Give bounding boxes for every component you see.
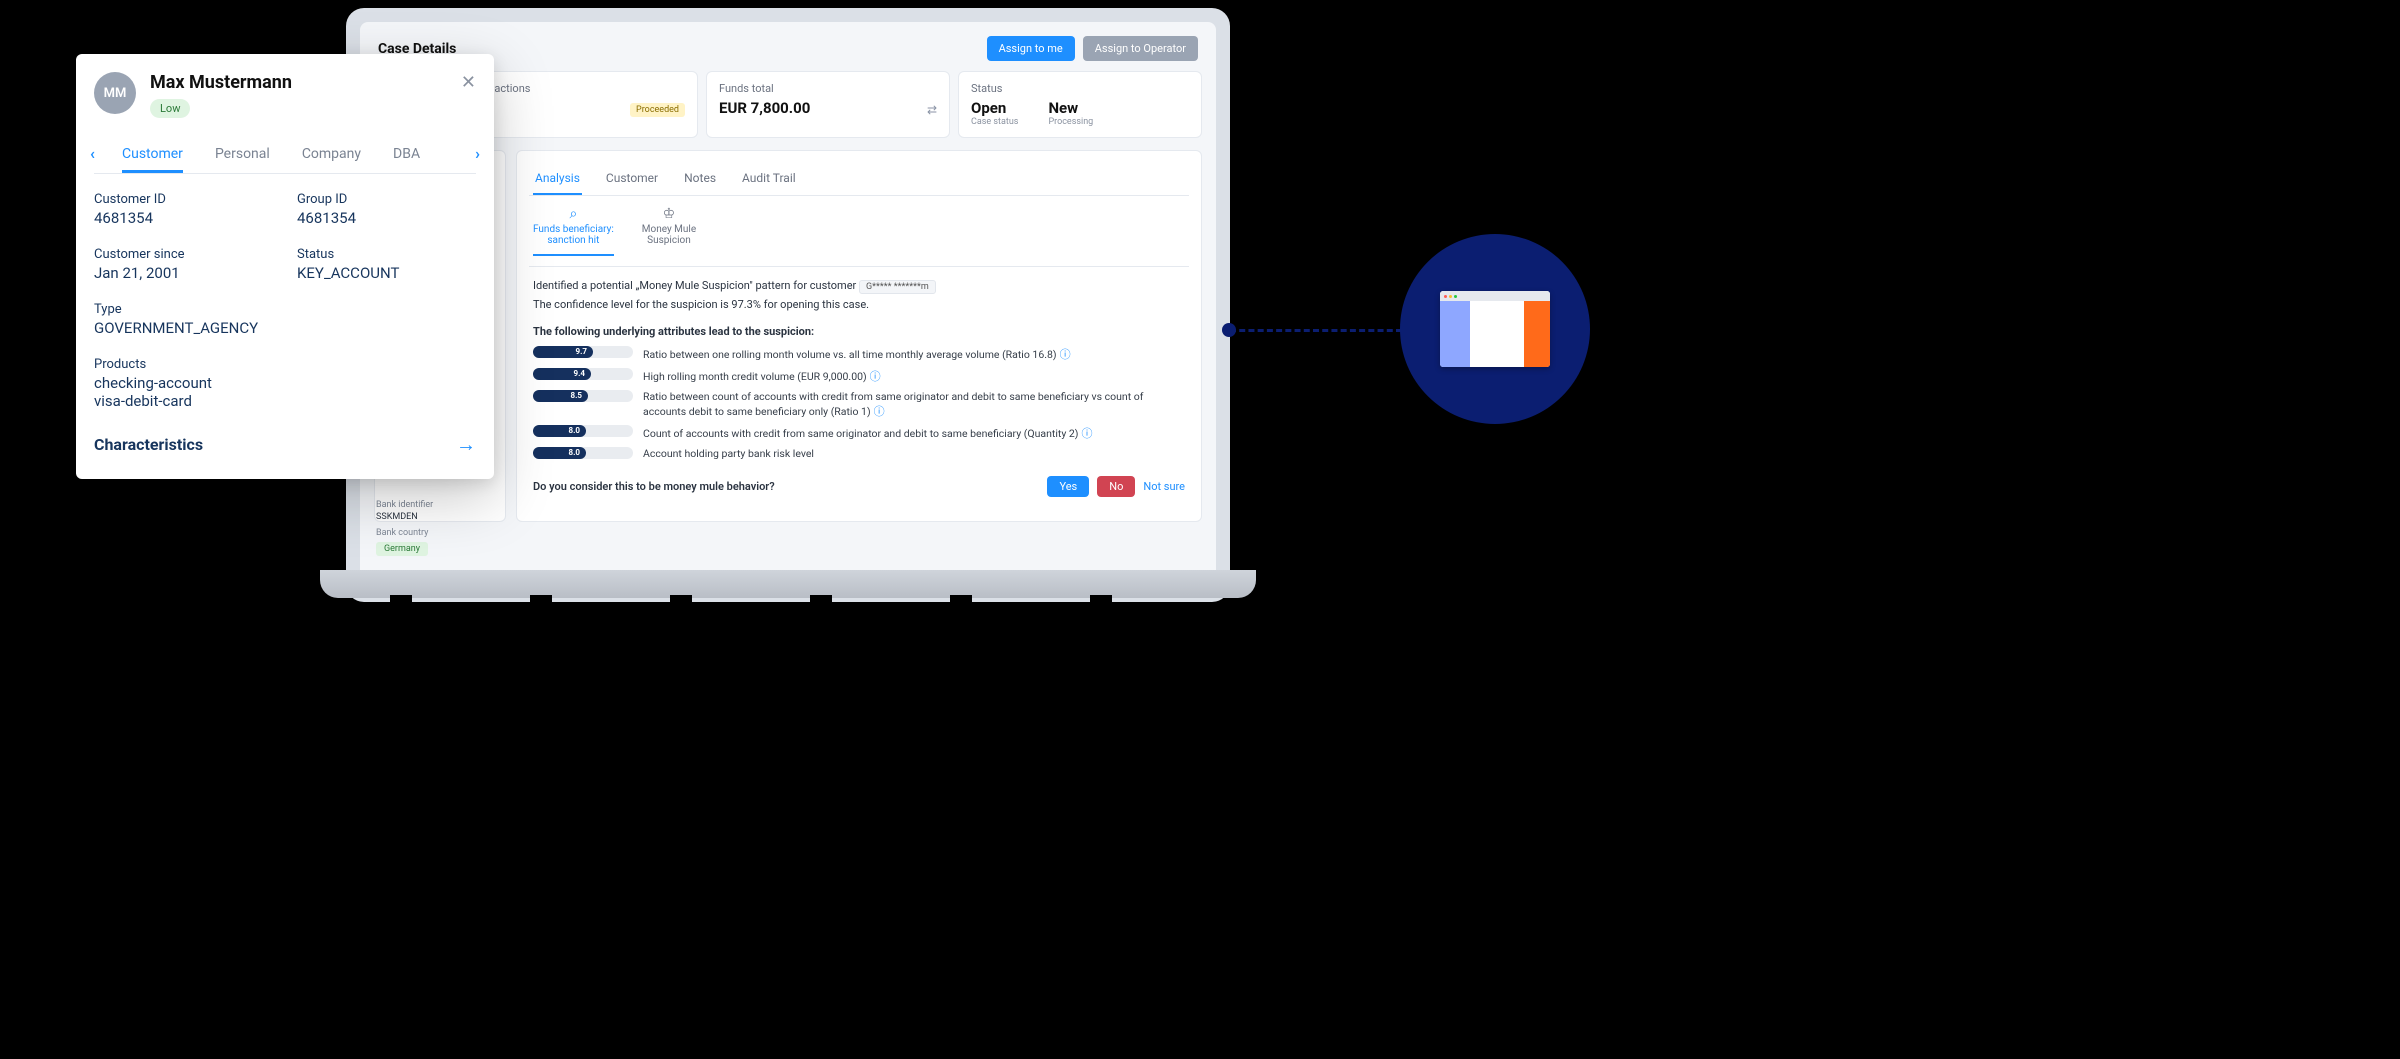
score-value: 9.7 — [533, 346, 593, 358]
attribute-text: Ratio between count of accounts with cre… — [643, 390, 1185, 419]
score-bar: 9.7 — [533, 346, 633, 358]
customer-popover: MM Max Mustermann Low ✕ ‹ Customer Perso… — [76, 54, 494, 479]
popover-tab-dba[interactable]: DBA — [393, 138, 420, 173]
attribute-row: 9.7 Ratio between one rolling month volum… — [533, 346, 1185, 362]
score-bar: 8.0 — [533, 447, 633, 459]
info-icon[interactable]: ⓘ — [1060, 348, 1071, 361]
window-icon — [1440, 291, 1550, 367]
attribute-row: 8.5 Ratio between count of accounts with … — [533, 390, 1185, 419]
score-bar: 9.4 — [533, 368, 633, 380]
proceeded-badge: Proceeded — [630, 103, 685, 117]
attribute-text: Ratio between one rolling month volume v… — [643, 346, 1185, 362]
laptop-base — [320, 570, 1256, 598]
attributes-heading: The following underlying attributes lead… — [533, 325, 1185, 338]
processing-value: New — [1048, 99, 1093, 117]
decision-question: Do you consider this to be money mule be… — [533, 480, 775, 493]
assign-to-me-button[interactable]: Assign to me — [987, 36, 1075, 61]
score-bar: 8.5 — [533, 390, 633, 402]
status-value: KEY_ACCOUNT — [297, 264, 476, 282]
orig-country-label: Bank country — [376, 528, 433, 538]
originator-tail: Bank identifier SSKMDEN Bank country Ger… — [376, 494, 433, 556]
suspicion-subtabs: ⌕ Funds beneficiary: sanction hit ♔ Mone… — [529, 196, 1189, 267]
type-label: Type — [94, 302, 476, 317]
customer-id-value: 4681354 — [94, 209, 273, 227]
stat-card-status: Status Open Case status New Processing — [958, 71, 1202, 138]
tab-customer[interactable]: Customer — [604, 163, 660, 195]
score-value: 9.4 — [533, 368, 591, 380]
connector-line — [1230, 329, 1402, 332]
decorative-circle — [1400, 234, 1590, 424]
info-icon[interactable]: ⓘ — [870, 370, 881, 383]
chevron-right-icon[interactable]: › — [475, 144, 480, 163]
risk-badge: Low — [150, 99, 190, 118]
magnifier-icon: ⌕ — [533, 206, 614, 222]
attribute-row: 8.0 Count of accounts with credit from sa… — [533, 425, 1185, 441]
orig-country-value: Germany — [376, 542, 428, 556]
mule-icon: ♔ — [642, 206, 696, 222]
case-status-sub: Case status — [971, 117, 1018, 127]
characteristics-label: Characteristics — [94, 435, 203, 454]
score-value: 8.0 — [533, 425, 586, 437]
customer-since-value: Jan 21, 2001 — [94, 264, 273, 282]
not-sure-link[interactable]: Not sure — [1143, 480, 1185, 493]
laptop-feet — [350, 598, 1226, 606]
analysis-intro-1: Identified a potential „Money Mule Suspi… — [533, 279, 856, 292]
score-value: 8.0 — [533, 447, 586, 459]
chevron-left-icon[interactable]: ‹ — [90, 144, 95, 163]
popover-tab-personal[interactable]: Personal — [215, 138, 270, 173]
analysis-panel: Analysis Customer Notes Audit Trail ⌕ Fu… — [516, 150, 1202, 522]
type-value: GOVERNMENT_AGENCY — [94, 319, 476, 337]
popover-tab-customer[interactable]: Customer — [122, 138, 183, 173]
stat-card-funds: Funds total EUR 7,800.00 ⇄ — [706, 71, 950, 138]
products-value-1: checking-account — [94, 374, 476, 392]
analysis-confidence: The confidence level for the suspicion i… — [533, 298, 1185, 311]
characteristics-row[interactable]: Characteristics → — [94, 432, 476, 457]
processing-sub: Processing — [1048, 117, 1093, 127]
orig-bankid-value: SSKMDEN — [376, 512, 433, 522]
customer-since-label: Customer since — [94, 247, 273, 262]
popover-tabs: ‹ Customer Personal Company DBA › — [94, 138, 476, 174]
group-id-label: Group ID — [297, 192, 476, 207]
avatar: MM — [94, 72, 136, 114]
transactions-label: Transactions — [467, 82, 685, 95]
tab-analysis[interactable]: Analysis — [533, 163, 582, 195]
attributes-list: 9.7 Ratio between one rolling month volum… — [533, 346, 1185, 460]
subtab-funds-beneficiary[interactable]: ⌕ Funds beneficiary: sanction hit — [533, 206, 614, 256]
group-id-value: 4681354 — [297, 209, 476, 227]
yes-button[interactable]: Yes — [1047, 476, 1089, 497]
attribute-text: High rolling month credit volume (EUR 9,… — [643, 368, 1185, 384]
status-label: Status — [971, 82, 1189, 95]
products-label: Products — [94, 357, 476, 372]
transfer-icon: ⇄ — [927, 103, 937, 117]
attribute-text: Account holding party bank risk level — [643, 447, 1185, 460]
score-bar: 8.0 — [533, 425, 633, 437]
tab-notes[interactable]: Notes — [682, 163, 718, 195]
close-icon[interactable]: ✕ — [461, 72, 476, 93]
case-status-value: Open — [971, 99, 1018, 117]
customer-name-chip: G***** *******m — [859, 280, 936, 294]
subtab-money-mule[interactable]: ♔ Money Mule Suspicion — [642, 206, 696, 256]
customer-id-label: Customer ID — [94, 192, 273, 207]
funds-label: Funds total — [719, 82, 937, 95]
attribute-row: 8.0 Account holding party bank risk level — [533, 447, 1185, 460]
popover-tab-company[interactable]: Company — [302, 138, 361, 173]
info-icon[interactable]: ⓘ — [1081, 427, 1092, 440]
score-value: 8.5 — [533, 390, 588, 402]
arrow-right-icon: → — [456, 432, 476, 457]
attribute-text: Count of accounts with credit from same … — [643, 425, 1185, 441]
analysis-tabs: Analysis Customer Notes Audit Trail — [529, 163, 1189, 196]
info-icon[interactable]: ⓘ — [874, 405, 885, 418]
tab-audit[interactable]: Audit Trail — [740, 163, 798, 195]
status-label: Status — [297, 247, 476, 262]
funds-value: EUR 7,800.00 — [719, 99, 810, 117]
no-button[interactable]: No — [1097, 476, 1135, 497]
customer-name: Max Mustermann — [150, 72, 292, 93]
products-value-2: visa-debit-card — [94, 392, 476, 410]
attribute-row: 9.4 High rolling month credit volume (EUR… — [533, 368, 1185, 384]
orig-bankid-label: Bank identifier — [376, 500, 433, 510]
assign-to-operator-button[interactable]: Assign to Operator — [1083, 36, 1198, 61]
